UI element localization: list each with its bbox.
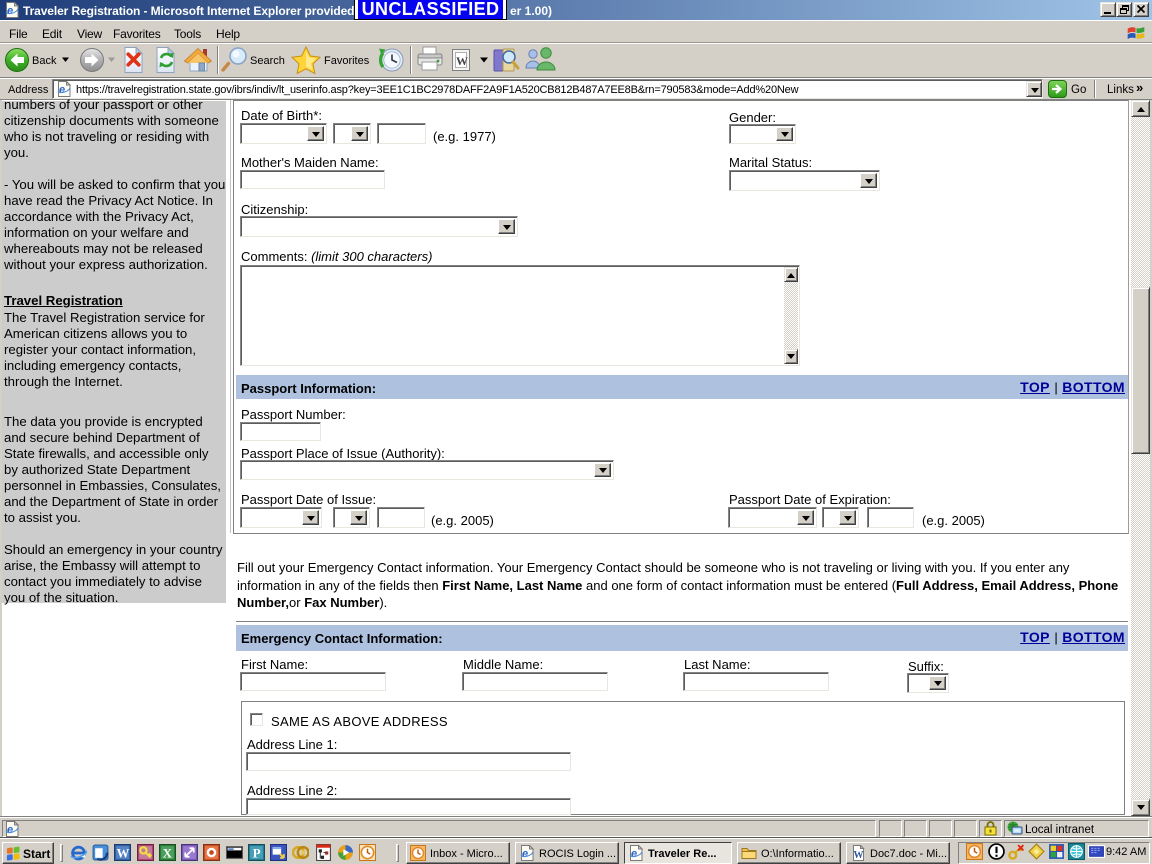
svg-text:W: W bbox=[456, 54, 468, 68]
svg-text:e: e bbox=[7, 5, 13, 17]
svg-text:e: e bbox=[7, 824, 13, 836]
svg-text:e: e bbox=[631, 848, 637, 860]
svg-text:e: e bbox=[522, 848, 528, 860]
svg-text:P: P bbox=[253, 846, 261, 860]
svg-text:W: W bbox=[854, 850, 864, 861]
svg-text:X: X bbox=[163, 846, 173, 860]
svg-text:e: e bbox=[59, 84, 65, 96]
svg-text:W: W bbox=[117, 846, 130, 860]
